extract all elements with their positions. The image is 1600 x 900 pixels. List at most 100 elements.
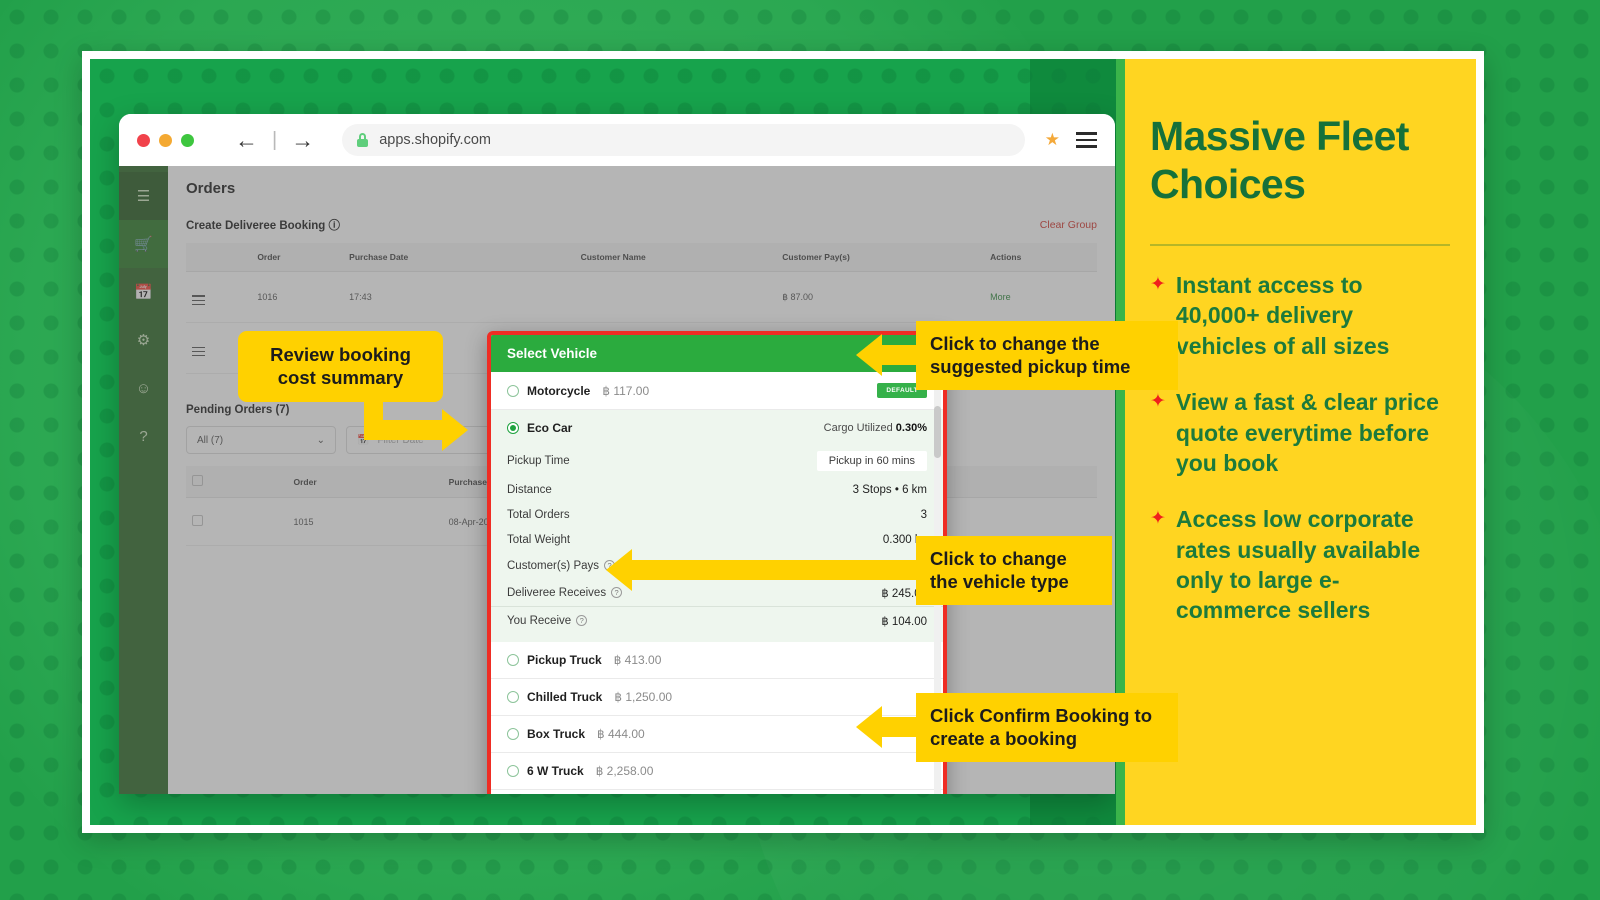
detail-label-text: Customer(s) Pays (507, 559, 600, 572)
detail-you-receive: You Receive ? ฿ 104.00 (491, 606, 943, 634)
radio-icon[interactable] (507, 728, 519, 740)
help-icon[interactable]: ⓘ (329, 220, 341, 232)
callout-confirm-booking: Click Confirm Booking to create a bookin… (916, 693, 1178, 763)
vehicle-left: Chilled Truck ฿ 1,250.00 (507, 690, 672, 704)
pending-filter-select[interactable]: All (7) ⌄ (186, 426, 336, 455)
promo-bullet: ✦ View a fast & clear price quote everyt… (1150, 387, 1448, 478)
confirm-callout-arrow-head (856, 706, 882, 748)
detail-label: Total Weight (507, 534, 570, 546)
cell-date: 17:43 (343, 271, 575, 324)
pending-filter-value: All (7) (197, 434, 224, 446)
sidebar-item-help[interactable]: ? (119, 412, 168, 460)
cell-pay: ฿ 87.00 (776, 271, 985, 324)
browser-nav: ← | → (235, 128, 314, 152)
bookmark-star-icon[interactable]: ★ (1045, 130, 1060, 150)
card-inner: ← | → apps.shopify.com ★ ☰ 🛒 📅 ⚙ ☺ ? Ord… (90, 59, 1476, 825)
star-icon: ✦ (1150, 274, 1166, 296)
vehicle-name: Box Truck (527, 727, 586, 741)
detail-pickup-time: Pickup Time Pickup in 60 mins (491, 444, 943, 477)
col-customer-name[interactable]: Customer Name (574, 243, 777, 272)
vehicle-option-6w-truck[interactable]: 6 W Truck ฿ 2,258.00 (491, 753, 943, 790)
detail-value: 3 Stops • 6 km (852, 483, 927, 496)
star-icon: ✦ (1150, 391, 1166, 413)
address-bar[interactable]: apps.shopify.com (342, 124, 1025, 156)
radio-icon-selected[interactable] (507, 422, 519, 434)
cell-more-link[interactable]: More (984, 271, 1097, 324)
vehicle-price: ฿ 117.00 (602, 383, 650, 398)
slide-canvas: ← | → apps.shopify.com ★ ☰ 🛒 📅 ⚙ ☺ ? Ord… (0, 0, 1600, 900)
help-icon[interactable]: ? (576, 615, 588, 626)
col-handle (186, 243, 252, 272)
promo-bullet-text: Access low corporate rates usually avail… (1175, 506, 1421, 624)
modal-scrollbar-thumb[interactable] (934, 406, 941, 458)
framed-card: ← | → apps.shopify.com ★ ☰ 🛒 📅 ⚙ ☺ ? Ord… (82, 51, 1484, 833)
promo-divider (1150, 244, 1450, 247)
cell-order: 1016 (251, 271, 344, 324)
sidebar-item-menu-collapse[interactable]: ☰ (119, 172, 168, 220)
vehicle-left: Eco Car (507, 421, 572, 435)
callout-change-pickup-time: Click to change the suggested pickup tim… (916, 321, 1178, 391)
cargo-utilized: Cargo Utilized 0.30% (824, 422, 927, 434)
detail-label-text: Pickup Time (507, 454, 570, 467)
vehicle-price: ฿ 444.00 (597, 727, 645, 741)
nav-separator: | (272, 128, 278, 151)
detail-total-orders: Total Orders 3 (491, 502, 943, 527)
callout-review-cost: Review booking cost summary (238, 331, 443, 403)
promo-bullet: ✦ Access low corporate rates usually ava… (1150, 504, 1448, 625)
detail-label: Total Orders (507, 509, 570, 521)
row-drag-handle[interactable] (186, 271, 252, 324)
detail-label-text: Total Orders (507, 508, 570, 521)
create-booking-label: Create Deliveree Booking (186, 220, 326, 232)
col-order[interactable]: Order (287, 466, 443, 499)
row-checkbox[interactable] (186, 497, 288, 547)
radio-icon[interactable] (507, 691, 519, 703)
vehicle-option-motorcycle[interactable]: Motorcycle ฿ 117.00 DEFAULT (491, 372, 943, 410)
cargo-value: 0.30% (895, 422, 927, 434)
detail-label-text: Total Weight (507, 533, 571, 546)
window-maximize-dot[interactable] (181, 133, 194, 147)
col-customer-pay[interactable]: Customer Pay(s) (776, 243, 985, 272)
hamburger-menu-icon[interactable] (1076, 132, 1097, 148)
promo-bullet: ✦ Instant access to 40,000+ delivery veh… (1150, 270, 1448, 361)
detail-label: You Receive ? (507, 615, 588, 627)
radio-icon[interactable] (507, 765, 519, 777)
page-title: Orders (186, 180, 236, 197)
vehicle-option-pickup-truck[interactable]: Pickup Truck ฿ 413.00 (491, 642, 943, 679)
vehicle-left: Box Truck ฿ 444.00 (507, 727, 645, 741)
vehicle-left: Pickup Truck ฿ 413.00 (507, 653, 661, 667)
table-row[interactable]: 1016 17:43 ฿ 87.00 More (186, 271, 1097, 324)
chevron-down-icon: ⌄ (316, 434, 325, 446)
promo-title: Massive Fleet Choices (1150, 113, 1409, 207)
vehicle-left: Motorcycle ฿ 117.00 (507, 384, 649, 398)
sidebar-item-calendar[interactable]: 📅 (119, 268, 168, 316)
sidebar-item-chat[interactable]: ☺ (119, 364, 168, 412)
sidebar-item-orders[interactable]: 🛒 (119, 220, 168, 268)
sidebar-item-settings[interactable]: ⚙ (119, 316, 168, 364)
vehicle-name: Pickup Truck (527, 653, 602, 667)
vehicle-price: ฿ 2,258.00 (595, 764, 654, 778)
col-select-all[interactable] (186, 466, 288, 499)
cost-callout-arrow-head (442, 409, 468, 451)
star-icon: ✦ (1150, 508, 1166, 530)
radio-icon[interactable] (507, 654, 519, 666)
clear-group-link[interactable]: Clear Group (1040, 219, 1097, 231)
vehicle-name: Eco Car (527, 421, 573, 435)
detail-label: Pickup Time (507, 455, 570, 467)
col-order[interactable]: Order (251, 243, 344, 272)
promo-bullet-text: View a fast & clear price quote everytim… (1175, 389, 1439, 476)
col-purchase-date[interactable]: Purchase Date (343, 243, 575, 272)
selected-vehicle-header[interactable]: Eco Car Cargo Utilized 0.30% (491, 410, 943, 444)
detail-label: Customer(s) Pays ? (507, 559, 616, 572)
back-icon[interactable]: ← (235, 128, 258, 152)
cost-callout-arrow-shaft (364, 420, 447, 440)
browser-toolbar: ← | → apps.shopify.com ★ (119, 114, 1115, 166)
vehicle-name: Chilled Truck (527, 690, 603, 704)
radio-icon[interactable] (507, 384, 519, 397)
lock-icon (356, 133, 369, 147)
create-booking-title: Create Deliveree Booking ⓘ (186, 217, 340, 233)
table-header-row: Order Purchase Date Customer Name Custom… (186, 243, 1097, 272)
window-minimize-dot[interactable] (159, 133, 172, 147)
window-close-dot[interactable] (137, 133, 150, 147)
pickup-time-value[interactable]: Pickup in 60 mins (816, 450, 927, 471)
forward-icon[interactable]: → (291, 128, 314, 152)
